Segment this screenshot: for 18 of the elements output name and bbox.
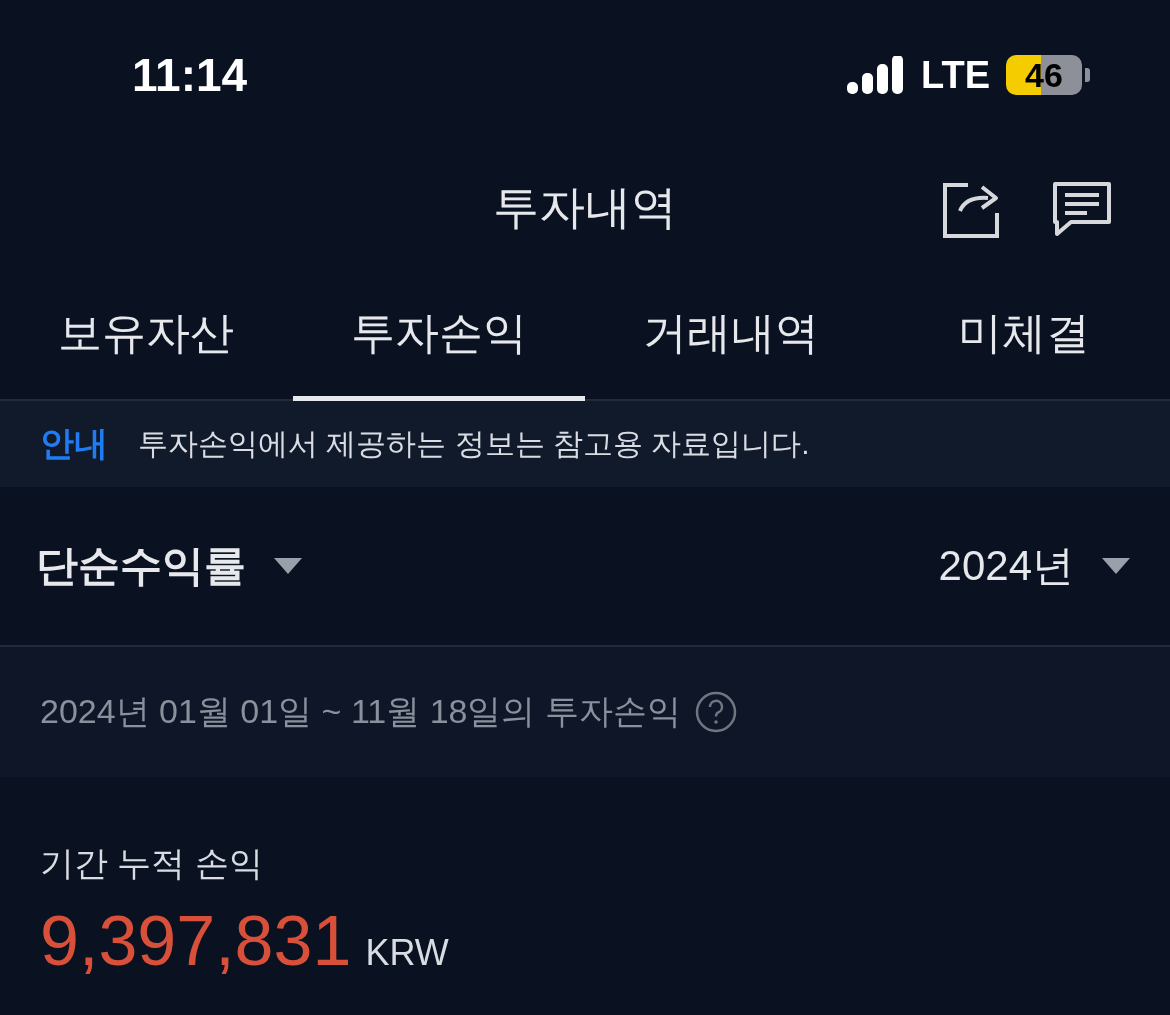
- network-label: LTE: [921, 53, 990, 97]
- summary-label: 기간 누적 손익: [40, 843, 264, 884]
- tab[interactable]: 거래내역: [585, 265, 878, 401]
- help-icon[interactable]: [694, 691, 737, 733]
- metric-dropdown[interactable]: 단순수익률: [36, 538, 302, 594]
- dropdown-caret-icon: [274, 558, 302, 574]
- period-text: 2024년 01월 01일 ~ 11월 18일의 투자손익: [40, 691, 681, 732]
- tab[interactable]: 미체결: [877, 265, 1170, 401]
- currency-label: KRW: [365, 932, 449, 974]
- tab[interactable]: 보유자산: [0, 265, 293, 401]
- signal-icon: [847, 56, 906, 94]
- year-dropdown[interactable]: 2024년: [938, 538, 1130, 594]
- status-time: 11:14: [132, 48, 248, 102]
- notice-tag: 안내: [40, 421, 108, 467]
- dropdown-caret-icon: [1102, 558, 1130, 574]
- profit-amount: 9,397,831: [40, 901, 352, 981]
- notice-text: 투자손익에서 제공하는 정보는 참고용 자료입니다.: [138, 425, 810, 462]
- page-title: 투자내역: [493, 179, 677, 235]
